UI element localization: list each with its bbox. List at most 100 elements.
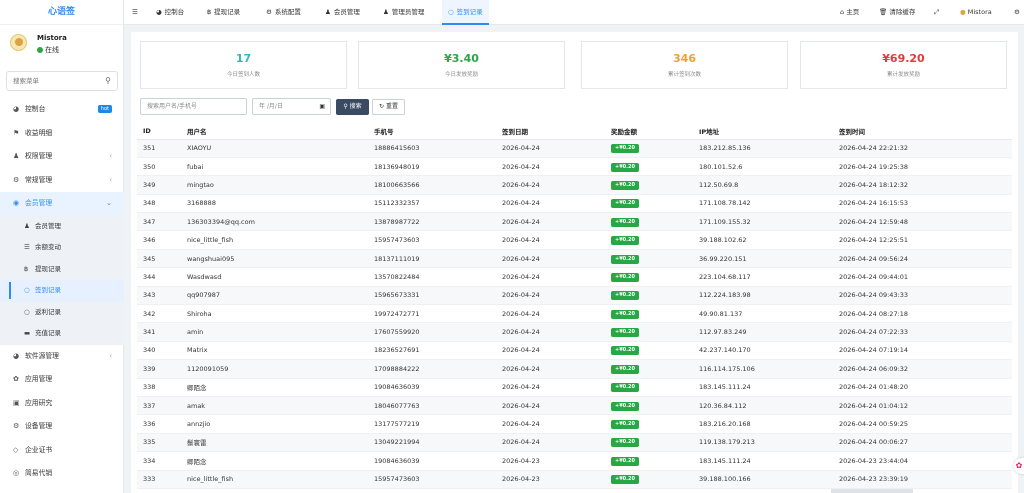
- sidebar-item-label: 应用研究: [25, 398, 53, 407]
- clear-cache-button[interactable]: 🗑 清除缓存: [879, 0, 915, 25]
- col-phone-cell: 13878987722: [368, 212, 496, 232]
- col-username-cell: fubai: [181, 157, 368, 177]
- col-id-cell: 332: [137, 488, 181, 493]
- col-ip-cell: 112.50.69.8: [693, 175, 833, 195]
- col-id-cell: 344: [137, 267, 181, 287]
- col-time-cell: 2026-04-24 16:15:53: [833, 194, 1012, 214]
- sidebar-item-apps[interactable]: ✿ 应用管理: [0, 368, 124, 392]
- sidebar-item-earnings[interactable]: ⚑ 收益明细: [0, 122, 124, 146]
- floating-widget-icon[interactable]: ✿: [1014, 458, 1024, 474]
- col-date-cell: 2026-04-24: [496, 157, 605, 177]
- col-reward-cell: +¥0.20: [605, 267, 693, 287]
- main-content: 17 今日签到人数 ¥3.40 今日发放奖励 346 累计签到次数 ¥69.20…: [131, 32, 1018, 493]
- submenu-item-recharge[interactable]: ▬ 充值记录: [0, 323, 124, 345]
- col-phone-cell: 13177577219: [368, 414, 496, 434]
- submenu-item-members[interactable]: ♟ 会员管理: [0, 216, 124, 238]
- col-phone-cell: 19084636039: [368, 378, 496, 397]
- col-id-cell: 334: [137, 451, 181, 471]
- menu-toggle-icon[interactable]: ☰: [132, 0, 138, 25]
- sidebar-item-sources[interactable]: ◕ 软件源管理 ‹: [0, 345, 124, 369]
- col-time-cell: 2026-04-24 00:06:27: [833, 433, 1012, 453]
- col-date-cell: 2026-04-24: [496, 230, 605, 250]
- bitcoin-icon: ฿: [24, 264, 29, 273]
- col-phone-cell: 13049221994: [368, 433, 496, 453]
- stat-label: 累计签到次数: [667, 72, 701, 78]
- horizontal-scrollbar[interactable]: [831, 489, 913, 493]
- sidebar-item-research[interactable]: ▣ 应用研究: [0, 392, 124, 416]
- table-row: 333 nice_little_fish 15957473603 2026-04-23…: [137, 470, 1012, 489]
- tab-withdraw[interactable]: ฿提现记录: [207, 0, 240, 25]
- sidebar-item-members[interactable]: ◉ 会员管理 ⌄: [0, 192, 124, 216]
- sidebar-item-resale[interactable]: ◎ 简易代销: [0, 462, 124, 486]
- header-col-id: ID: [137, 123, 181, 140]
- col-time-cell: 2026-04-24 06:09:32: [833, 359, 1012, 379]
- col-date-cell: 2026-04-24: [496, 341, 605, 361]
- keyword-search-input[interactable]: 搜索用户名/手机号: [140, 98, 247, 115]
- date-input[interactable]: 年 /月/日 ▣: [252, 98, 331, 115]
- submenu-item-withdraw[interactable]: ฿ 提现记录: [0, 259, 124, 281]
- submenu-item-label: 余额变动: [35, 243, 61, 251]
- sidebar-item-general[interactable]: ⚙ 常规管理 ‹: [0, 169, 124, 193]
- col-reward-cell: +¥0.20: [605, 249, 693, 269]
- header-col-time: 签到时间: [833, 123, 1012, 140]
- search-button[interactable]: ⚲ 搜索: [336, 99, 369, 115]
- app-logo[interactable]: 心语签: [0, 0, 123, 25]
- submenu-item-checkin[interactable]: ○ 签到记录: [0, 280, 124, 302]
- col-reward-cell: +¥0.20: [605, 139, 693, 158]
- sidebar-item-certificates[interactable]: ◇ 企业证书: [0, 439, 124, 463]
- col-date-cell: 2026-04-24: [496, 304, 605, 324]
- header-col-reward: 奖励金额: [605, 123, 693, 140]
- col-date-cell: 2026-04-24: [496, 249, 605, 269]
- stat-value: 17: [235, 52, 252, 65]
- trash-icon: 🗑: [879, 8, 890, 16]
- tab-members[interactable]: ♟ 会员管理: [325, 0, 360, 25]
- fullscreen-icon[interactable]: ⤢: [934, 0, 939, 25]
- col-reward-cell: +¥0.20: [605, 286, 693, 306]
- table-row: 348 3168888 15112332357 2026-04-24 +¥0.20 171…: [137, 194, 1012, 214]
- col-phone-cell: 17607559920: [368, 322, 496, 342]
- settings-icon[interactable]: ⚙: [1014, 0, 1020, 25]
- reward-badge: +¥0.20: [611, 217, 640, 227]
- submenu-item-rebate[interactable]: ○ 返利记录: [0, 302, 124, 324]
- sidebar-item-devices[interactable]: ⚙ 设备管理: [0, 415, 124, 439]
- col-username-cell: amin: [181, 322, 368, 342]
- col-time-cell: 2026-04-24 19:25:38: [833, 157, 1012, 177]
- menu-search: ⚲: [6, 71, 118, 91]
- search-icon[interactable]: ⚲: [105, 76, 111, 85]
- sidebar-item-label: 软件源管理: [25, 351, 59, 360]
- col-id-cell: 340: [137, 341, 181, 361]
- col-phone-cell: 18886415603: [368, 139, 496, 158]
- menu-search-input[interactable]: [7, 72, 97, 90]
- col-ip-cell: 42.237.140.170: [693, 341, 833, 361]
- tab-checkin[interactable]: ○ 签到记录: [442, 0, 489, 25]
- submenu-item-balance[interactable]: ☰ 余额变动: [0, 237, 124, 259]
- table-row: 346 nice_little_fish 15957473603 2026-04-24…: [137, 230, 1012, 250]
- tab-admins[interactable]: ♟ 管理员管理: [383, 0, 424, 25]
- circle-icon: ○: [448, 8, 454, 16]
- reward-badge: +¥0.20: [611, 236, 640, 246]
- sidebar-item-label: 企业证书: [25, 445, 53, 454]
- sidebar-item-dashboard[interactable]: ◕ 控制台 hot: [0, 98, 124, 122]
- reset-button[interactable]: ↻ 重置: [372, 99, 405, 115]
- col-reward-cell: +¥0.20: [605, 396, 693, 416]
- col-time-cell: 2026-04-24 07:19:14: [833, 341, 1012, 361]
- col-username-cell: wangshuai095: [181, 249, 368, 269]
- sidebar-item-permissions[interactable]: ♟ 权限管理 ‹: [0, 145, 124, 169]
- sidebar-menu: ◕ 控制台 hot ⚑ 收益明细 ♟ 权限管理 ‹ ⚙ 常规管理 ‹ ◉ 会员管理 ⌄ ♟ 会员管理…: [0, 98, 124, 486]
- tab-system-config[interactable]: ⚙ 系统配置: [266, 0, 301, 25]
- submenu-item-label: 签到记录: [35, 286, 61, 294]
- col-username-cell: nice_little_fish: [181, 230, 368, 250]
- col-ip-cell: 171.109.155.32: [693, 212, 833, 232]
- header-col-ip: IP地址: [693, 123, 833, 140]
- col-reward-cell: +¥0.20: [605, 212, 693, 232]
- tab-dashboard[interactable]: ◕ 控制台: [156, 0, 184, 25]
- col-id-cell: 338: [137, 378, 181, 397]
- home-link[interactable]: ⌂ 主页: [840, 0, 859, 25]
- table-row: 336 annzjio 13177577219 2026-04-24 +¥0.20 183…: [137, 414, 1012, 434]
- user-menu[interactable]: ● Mistora: [960, 0, 992, 25]
- col-date-cell: 2026-04-24: [496, 139, 605, 158]
- header-col-username: 用户名: [181, 123, 368, 140]
- reward-badge: +¥0.20: [611, 144, 640, 154]
- table-row: 338 卿陌念 19084636039 2026-04-24 +¥0.20 183.145…: [137, 378, 1012, 397]
- col-username-cell: 卿陌念: [181, 451, 368, 471]
